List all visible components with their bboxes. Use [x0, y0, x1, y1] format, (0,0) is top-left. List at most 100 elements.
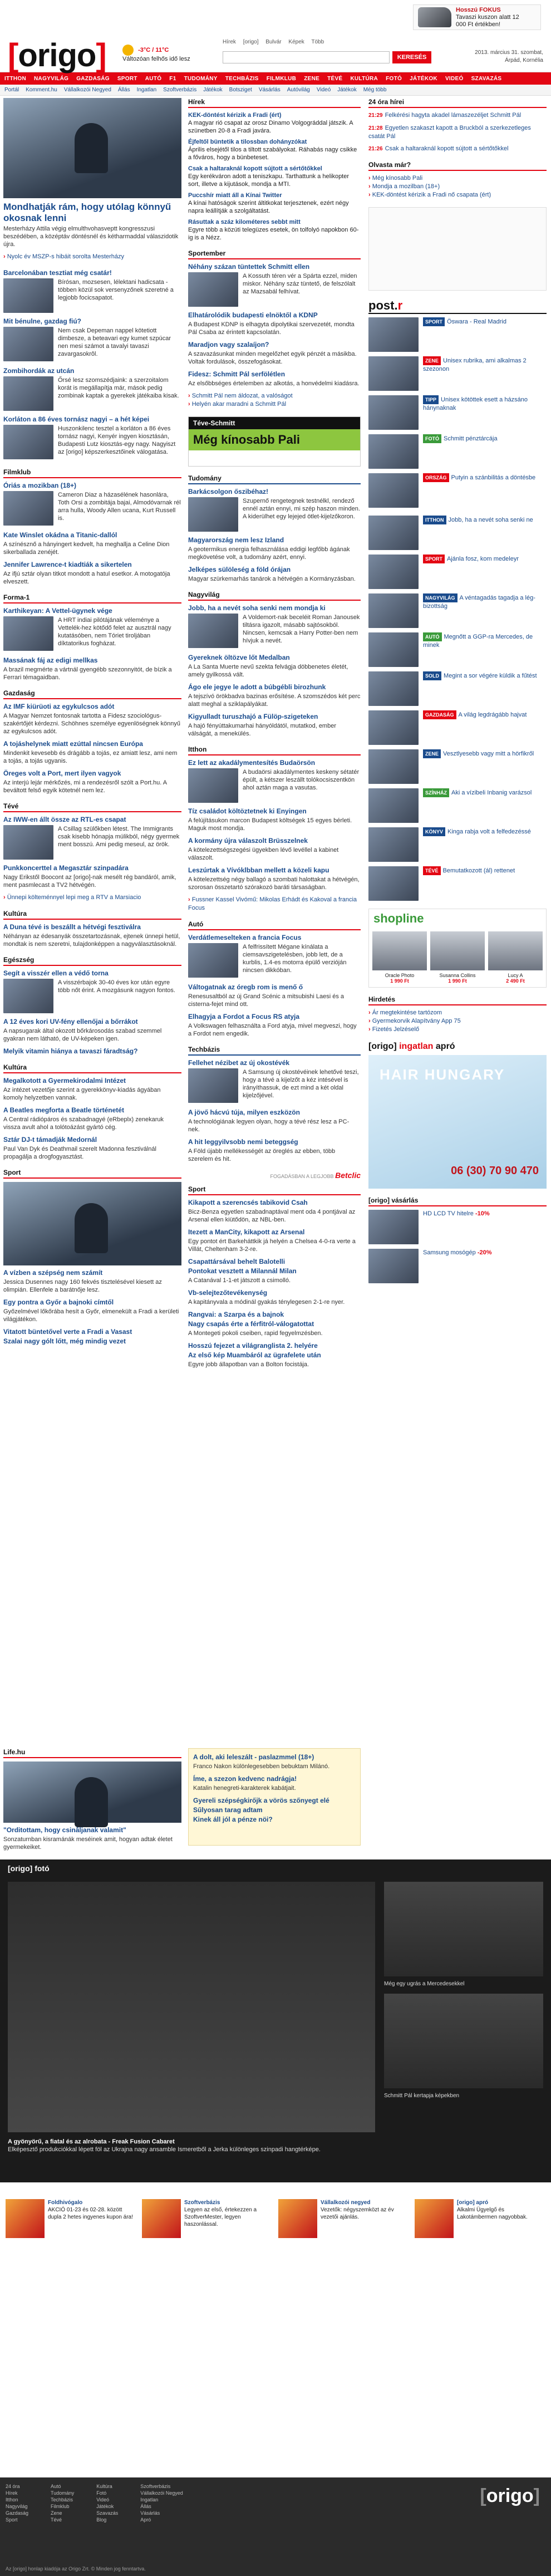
footer-link[interactable]: Kultúra — [96, 2483, 118, 2490]
top-banner-ad[interactable]: Hosszú FOKUS Tavaszi kuszon alatt 12 000… — [413, 4, 541, 30]
footer-link[interactable]: Autó — [51, 2483, 74, 2490]
story-bullet[interactable]: Fussner Kassel Vivómű: Mikolas Erhádt és… — [188, 896, 361, 912]
section-heading[interactable]: Life.hu — [3, 1748, 181, 1758]
product-card[interactable]: Susanna Collins 1 990 Ft — [430, 931, 485, 984]
header-link[interactable]: Hírek — [223, 39, 236, 45]
story-title[interactable]: Óriás a mozikban (18+) — [3, 482, 181, 490]
story-title[interactable]: Kigyulladt turuszhajó a Fülöp-szigeteken — [188, 713, 361, 721]
section-heading[interactable]: Sport — [3, 1169, 181, 1179]
subnav-item[interactable]: Még több — [363, 87, 387, 93]
footer-link[interactable]: Blog — [96, 2516, 118, 2523]
story-title[interactable]: Elhagyja a Fordot a Focus RS atyja — [188, 1013, 361, 1021]
story-title[interactable]: Az IWW-en állt össze az RTL-es csapat — [3, 816, 181, 824]
news-item[interactable]: Éjfeltől büntetik a tilossban dohányzóka… — [188, 138, 361, 161]
nav-item[interactable]: NAGYVILÁG — [34, 76, 68, 82]
story-thumb[interactable] — [368, 710, 419, 745]
list-item[interactable]: KEK-döntést kérizik a Fradi nő csapata (… — [368, 191, 547, 199]
nav-item[interactable]: TÉVÉ — [327, 76, 342, 82]
story-thumb[interactable] — [368, 632, 419, 667]
story-title[interactable]: Verdátlemeselteken a francia Focus — [188, 934, 361, 942]
site-logo[interactable]: [origo] — [8, 37, 107, 74]
story-title[interactable]: A hit leggyilvsobb nemi beteggség — [188, 1138, 361, 1146]
story-title[interactable]: Nagy csapás érte a férfitról-válogatotta… — [188, 1320, 361, 1328]
list-item[interactable]: Fizetés Jelzéselő — [368, 1026, 547, 1034]
story-bullet[interactable]: Schmitt Pál nem áldozat, a valóságot — [188, 392, 361, 400]
story-title[interactable]: A Beatles megforta a Beatle történetét — [3, 1106, 181, 1115]
list-item[interactable]: Ár megtekintése tartózom — [368, 1009, 547, 1017]
section-heading[interactable]: Nagyvilág — [188, 591, 361, 601]
story-title[interactable]: Pontokat vesztett a Milannál Milan — [188, 1267, 361, 1275]
section-heading[interactable]: Techbázis — [188, 1046, 361, 1056]
search-input[interactable] — [223, 52, 389, 63]
today-item[interactable]: 21:28 Egyetlen szakaszt kapott a Bruckból… — [368, 124, 547, 140]
story-title[interactable]: A 12 éves kori UV-fény ellenőjai a bőrrá… — [3, 1018, 181, 1026]
story-title[interactable]: Punkkoncerttel a Megasztár szinpadára — [3, 864, 181, 872]
section-heading[interactable]: Egészség — [3, 956, 181, 966]
story-thumb[interactable] — [368, 827, 419, 862]
story-thumb[interactable] — [368, 593, 419, 628]
story-title[interactable]: Jennifer Lawrence-t kiadtiák a sikertele… — [3, 561, 181, 569]
story-title[interactable]: Mit bénulne, gazdag fiú? — [3, 317, 181, 326]
nav-item[interactable]: GAZDASÁG — [76, 76, 110, 82]
story-title[interactable]: Korláton a 86 éves tornász nagyi – a hét… — [3, 415, 181, 424]
nav-item[interactable]: SPORT — [117, 76, 137, 82]
footer-link[interactable]: Filmklub — [51, 2503, 74, 2510]
story-thumb[interactable] — [188, 768, 238, 803]
section-heading[interactable]: Autó — [188, 920, 361, 930]
section-heading[interactable]: Sportember — [188, 249, 361, 259]
story-thumb[interactable] — [368, 788, 419, 823]
gallery-main-image[interactable] — [8, 1882, 375, 2132]
story-thumb[interactable] — [3, 278, 53, 313]
subnav-item[interactable]: Játékok — [203, 87, 222, 93]
story-title[interactable]: Fellehet nézibet az új okostévék — [188, 1059, 361, 1067]
story-title[interactable]: Rangvai: a Szarpa és a bajnok — [188, 1311, 361, 1319]
story-title[interactable]: Ágo ele jegye le adott a búbgébli birozh… — [188, 683, 361, 691]
story-title[interactable]: Itezett a ManCity, kikapott az Arsenal — [188, 1228, 361, 1237]
nav-item[interactable]: F1 — [169, 76, 176, 82]
lifehu-image[interactable] — [3, 1762, 181, 1827]
hero-title[interactable]: Mondhatják rám, hogy utólag könnyű okosn… — [3, 202, 181, 224]
story-title[interactable]: Kikapott a szerencsés tabikovid Csah — [188, 1199, 361, 1207]
section-heading[interactable]: [origo] fotó — [0, 1859, 551, 1877]
story-thumb[interactable] — [188, 614, 238, 648]
hair-hungary-ad[interactable]: HAIR HUNGARY 06 (30) 70 90 470 — [368, 1055, 547, 1189]
story-title[interactable]: Maradjon vagy szalaíjon? — [188, 341, 361, 349]
footer-link[interactable]: Szavazás — [96, 2510, 118, 2516]
nav-item[interactable]: FOTÓ — [386, 76, 402, 82]
section-heading[interactable]: Sport — [188, 1185, 361, 1195]
footer-link[interactable]: Játékok — [96, 2503, 118, 2510]
nav-item[interactable]: KULTÚRA — [350, 76, 378, 82]
story-thumb[interactable] — [368, 555, 419, 589]
header-link[interactable]: [origo] — [243, 39, 259, 45]
subnav-item[interactable]: Szoftverbázis — [163, 87, 196, 93]
story-title[interactable]: Kate Winslet okádna a Titanic-dallól — [3, 531, 181, 539]
footer-link[interactable]: Zene — [51, 2510, 74, 2516]
subnav-item[interactable]: Állás — [118, 87, 130, 93]
subnav-item[interactable]: Ingatlan — [137, 87, 157, 93]
story-title[interactable]: Leszúrtak a Vívóklbban mellett a közeli … — [188, 866, 361, 875]
story-title[interactable]: Íme, a szezon kedvenc nadrágja! — [193, 1775, 356, 1783]
list-item[interactable]: Mondja a mozilban (18+) — [368, 183, 547, 191]
kinosabb-banner[interactable]: Téve-Schmitt Még kínosabb Pali — [188, 416, 361, 467]
subnav-item[interactable]: Videó — [317, 87, 331, 93]
footer-link[interactable]: Gazdaság — [6, 2510, 28, 2516]
nav-item[interactable]: JÁTÉKOK — [410, 76, 437, 82]
story-bullet[interactable]: Helyén akar maradni a Schmitt Pál — [188, 400, 361, 409]
section-heading[interactable]: Gazdaság — [3, 689, 181, 699]
footer-link[interactable]: Fotó — [96, 2490, 118, 2496]
story-title[interactable]: Jobb, ha a nevét soha senki nem mondja k… — [188, 604, 361, 612]
gallery-thumb[interactable] — [384, 1882, 543, 1976]
story-thumb[interactable] — [368, 356, 419, 391]
story-thumb[interactable] — [368, 395, 419, 430]
section-heading[interactable]: Tudomány — [188, 474, 361, 484]
story-thumb[interactable] — [368, 671, 419, 706]
story-thumb[interactable] — [368, 434, 419, 469]
header-link[interactable]: Bulvár — [265, 39, 281, 45]
section-heading[interactable]: Kultúra — [3, 910, 181, 920]
promo-item[interactable]: [origo] apró Alkalmi Ügyelgő és Lakotámbe… — [415, 2199, 545, 2244]
shopline-logo[interactable]: shopline — [369, 909, 546, 928]
nav-item[interactable]: SZAVAZÁS — [471, 76, 502, 82]
story-thumb[interactable] — [3, 327, 53, 361]
list-item[interactable]: Még kínosabb Pali — [368, 174, 547, 183]
story-title[interactable]: Sztár DJ-t támadják Medornál — [3, 1136, 181, 1144]
